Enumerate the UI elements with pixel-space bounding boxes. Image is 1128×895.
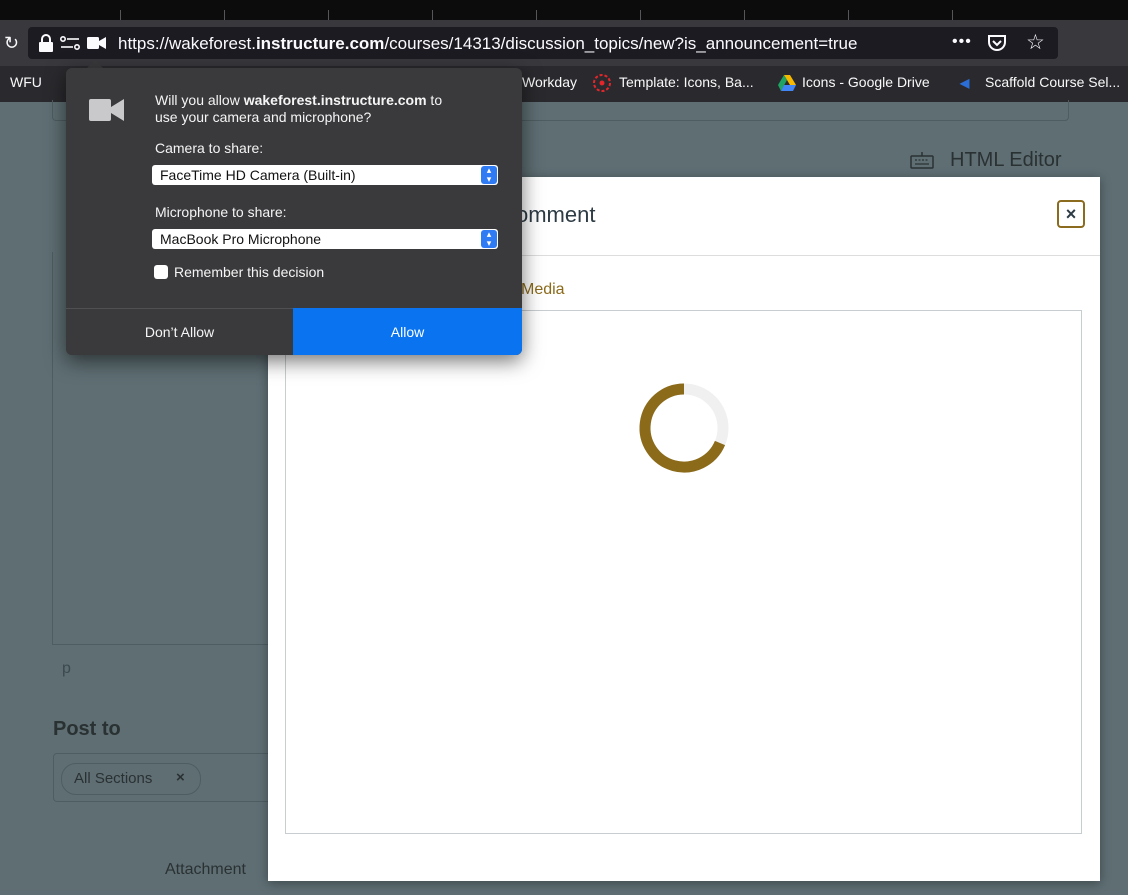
allow-button[interactable]: Allow (293, 308, 522, 355)
microphone-select-value: MacBook Pro Microphone (160, 231, 322, 247)
element-path: p (62, 660, 71, 677)
bookmark-star-icon[interactable]: ☆ (1026, 30, 1045, 55)
bookmark-template-icons[interactable]: Template: Icons, Ba... (619, 74, 754, 90)
loading-spinner-icon (639, 383, 729, 473)
reload-icon[interactable]: ↻ (4, 33, 19, 54)
remove-section-icon[interactable]: × (176, 769, 185, 786)
microphone-select[interactable]: MacBook Pro Microphone ▴ ▾ (152, 229, 498, 249)
microphone-label: Microphone to share: (155, 204, 287, 220)
tab-divider (224, 10, 225, 20)
tab-divider (640, 10, 641, 20)
bookmark-wfu[interactable]: WFU (10, 74, 42, 90)
permission-question: Will you allow wakeforest.instructure.co… (155, 92, 443, 108)
attachment-label: Attachment (165, 861, 246, 878)
keyboard-icon[interactable] (909, 150, 935, 170)
permission-question-line2: use your camera and microphone? (155, 109, 372, 125)
tab-divider (432, 10, 433, 20)
section-chip[interactable]: All Sections × (61, 763, 201, 795)
lock-icon[interactable] (38, 34, 54, 52)
tab-media[interactable]: Media (521, 281, 565, 299)
video-camera-icon (89, 99, 124, 121)
permissions-icon[interactable] (60, 36, 80, 50)
section-chip-label: All Sections (74, 770, 153, 787)
close-button[interactable]: × (1057, 200, 1085, 228)
canvas-logo-icon (593, 74, 611, 92)
close-icon: × (1065, 203, 1077, 224)
google-drive-icon (778, 75, 796, 91)
scaffold-icon: ◀ (960, 76, 970, 90)
select-arrows-icon: ▴ ▾ (481, 166, 497, 184)
camera-icon[interactable] (87, 36, 107, 50)
remember-label: Remember this decision (174, 264, 325, 280)
bookmark-workday[interactable]: Workday (522, 74, 577, 90)
page-actions-menu-icon[interactable]: ••• (952, 33, 972, 51)
tab-divider (328, 10, 329, 20)
tab-strip (0, 0, 1128, 20)
camera-select-value: FaceTime HD Camera (Built-in) (160, 167, 356, 183)
camera-select[interactable]: FaceTime HD Camera (Built-in) ▴ ▾ (152, 165, 498, 185)
modal-title: omment (516, 202, 596, 227)
camera-permission-popup: Will you allow wakeforest.instructure.co… (66, 68, 522, 355)
url-text[interactable]: https://wakeforest.instructure.com/cours… (118, 34, 857, 54)
select-arrows-icon: ▴ ▾ (481, 230, 497, 248)
html-editor-link[interactable]: HTML Editor (950, 149, 1062, 172)
remember-checkbox[interactable] (154, 265, 168, 279)
tab-divider (848, 10, 849, 20)
media-recorder-area (285, 310, 1082, 834)
bookmark-scaffold-course[interactable]: Scaffold Course Sel... (985, 74, 1120, 90)
tab-divider (120, 10, 121, 20)
tab-divider (536, 10, 537, 20)
tab-divider (952, 10, 953, 20)
dont-allow-button[interactable]: Don’t Allow (66, 308, 293, 355)
tab-divider (744, 10, 745, 20)
camera-label: Camera to share: (155, 140, 264, 156)
pocket-icon[interactable] (987, 33, 1007, 53)
post-to-heading: Post to (53, 718, 121, 740)
bookmark-icons-google-drive[interactable]: Icons - Google Drive (802, 74, 930, 90)
